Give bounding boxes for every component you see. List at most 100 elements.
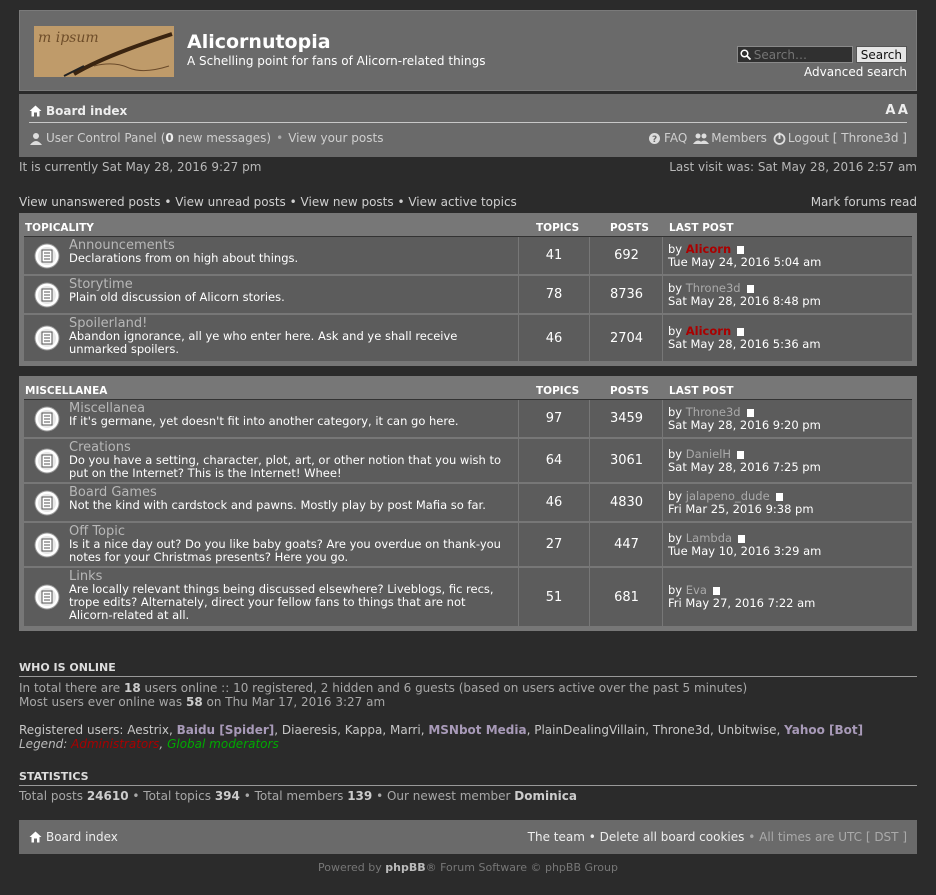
font-size-change-icon[interactable]: A A: [885, 103, 908, 118]
last-post-author-link[interactable]: Lambda: [686, 531, 732, 545]
search-links: View unanswered posts • View unread post…: [19, 195, 517, 209]
online-user-link[interactable]: Aestrix: [127, 723, 169, 737]
site-logo[interactable]: m ipsum: [34, 26, 174, 77]
separator: ,: [337, 723, 345, 737]
online-record-line: Most users ever online was 58 on Thu Mar…: [19, 695, 385, 709]
active-topics-link[interactable]: View active topics: [408, 195, 516, 209]
legend-administrators-link[interactable]: Administrators: [71, 737, 159, 751]
last-post-author-link[interactable]: Alicorn: [686, 242, 731, 256]
online-user-link[interactable]: Kappa: [345, 723, 383, 737]
view-latest-post-icon[interactable]: [746, 408, 754, 417]
new-messages-text[interactable]: (0 new messages): [161, 131, 271, 145]
power-icon: [773, 132, 786, 145]
registered-users-label: Registered users:: [19, 723, 128, 737]
stats-posts-label: Total posts: [19, 789, 87, 803]
forum-info: Miscellanea If it's germane, yet doesn't …: [69, 402, 509, 428]
user-control-panel-link[interactable]: User Control Panel: [46, 131, 157, 145]
view-latest-post-icon[interactable]: [738, 534, 746, 543]
online-user-link[interactable]: Yahoo [Bot]: [784, 723, 863, 737]
column-topics-header: TOPICS: [536, 385, 580, 397]
last-post-date: Tue May 10, 2016 3:29 am: [668, 543, 822, 558]
members-link[interactable]: Members: [711, 131, 767, 145]
forum-read-icon: [34, 406, 60, 431]
forum-topics-count: 78: [518, 276, 590, 313]
last-post-date: Fri May 27, 2016 7:22 am: [668, 596, 816, 610]
last-post-author-link[interactable]: jalapeno_dude: [686, 489, 770, 503]
online-user-link[interactable]: PlainDealingVillain: [534, 723, 645, 737]
footer-navbar: Board index The team • Delete all board …: [19, 820, 917, 854]
new-messages-count: 0: [165, 131, 174, 145]
forum-description: If it's germane, yet doesn't fit into an…: [69, 414, 459, 428]
view-latest-post-icon[interactable]: [775, 492, 783, 501]
legend-label: Legend:: [19, 737, 72, 751]
forum-read-icon: [34, 490, 60, 515]
last-post-author-link[interactable]: DanielH: [686, 447, 731, 461]
last-post-date: Sat May 28, 2016 5:36 am: [668, 337, 821, 351]
forum-topics-count: 97: [518, 400, 590, 437]
category-name[interactable]: TOPICALITY: [25, 222, 94, 234]
forum-info: Links Are locally relevant things being d…: [69, 570, 509, 622]
newest-member-link[interactable]: Dominica: [514, 789, 577, 803]
stats-posts-count: 24610: [86, 789, 129, 803]
search-field[interactable]: [736, 46, 853, 63]
last-post-author-link[interactable]: Eva: [686, 583, 707, 597]
forum-row: Board Games Not the kind with cardstock a…: [24, 484, 912, 523]
who-is-online-title[interactable]: WHO IS ONLINE: [19, 661, 917, 677]
home-icon: [29, 105, 42, 117]
forum-posts-count: 3459: [591, 400, 663, 437]
forum-topics-count: 64: [518, 439, 590, 482]
online-user-link[interactable]: Baidu [Spider]: [177, 723, 275, 737]
footer-board-index-link[interactable]: Board index: [29, 830, 118, 844]
search-button[interactable]: Search: [855, 46, 907, 63]
view-your-posts-link[interactable]: View your posts: [288, 131, 383, 145]
advanced-search-link[interactable]: Advanced search: [804, 65, 907, 79]
forum-row: Announcements Declarations from on high a…: [24, 237, 912, 276]
online-user-link[interactable]: Unbitwise: [718, 723, 777, 737]
view-latest-post-icon[interactable]: [712, 587, 720, 595]
faq-link[interactable]: FAQ: [664, 131, 687, 145]
online-line1-suffix: users online :: 10 registered, 2 hidden …: [140, 681, 748, 695]
footer-board-index-label: Board index: [46, 830, 118, 844]
phpbb-link[interactable]: phpBB: [385, 861, 425, 874]
online-line1-prefix: In total there are: [19, 681, 124, 695]
view-latest-post-icon[interactable]: [746, 284, 754, 293]
new-posts-link[interactable]: View new posts: [301, 195, 394, 209]
last-post-by-label: by: [668, 446, 683, 461]
last-post-date: Tue May 24, 2016 5:04 am: [668, 254, 822, 269]
view-latest-post-icon[interactable]: [737, 450, 745, 459]
view-latest-post-icon[interactable]: [737, 328, 745, 336]
view-latest-post-icon[interactable]: [737, 245, 745, 254]
last-post-author-link[interactable]: Throne3d: [686, 281, 741, 295]
online-user-link[interactable]: Diaeresis: [282, 723, 337, 737]
footer-links: The team • Delete all board cookies • Al…: [528, 830, 907, 844]
last-post-date: Sat May 28, 2016 9:20 pm: [668, 417, 821, 432]
search-input[interactable]: [753, 47, 850, 62]
forum-row: Links Are locally relevant things being d…: [24, 568, 912, 626]
navbar: Board index A A User Control Panel (0 ne…: [19, 94, 917, 157]
forum-row: Creations Do you have a setting, characte…: [24, 439, 912, 484]
mark-forums-read-link[interactable]: Mark forums read: [811, 195, 917, 209]
forum-info: Announcements Declarations from on high a…: [69, 239, 509, 265]
faq-icon: ?: [649, 132, 661, 145]
column-posts-header: POSTS: [610, 222, 649, 234]
team-link[interactable]: The team: [528, 830, 585, 844]
online-user-link[interactable]: MSNbot Media: [428, 723, 526, 737]
category-name[interactable]: MISCELLANEA: [25, 385, 107, 397]
breadcrumb-board-index[interactable]: Board index: [29, 104, 127, 118]
last-post-author-link[interactable]: Throne3d: [686, 405, 741, 419]
logout-link[interactable]: Logout [ Throne3d ]: [788, 131, 907, 145]
last-post-author-link[interactable]: Alicorn: [686, 324, 731, 338]
legend-global-moderators-link[interactable]: Global moderators: [167, 737, 279, 751]
forum-topics-count: 46: [518, 484, 590, 521]
svg-text:?: ?: [652, 135, 657, 145]
site-title[interactable]: Alicornutopia: [187, 31, 331, 53]
user-nav-row: User Control Panel (0 new messages) • Vi…: [29, 131, 907, 145]
unread-posts-link[interactable]: View unread posts: [175, 195, 286, 209]
forum-description: Do you have a setting, character, plot, …: [69, 453, 502, 480]
separator: •: [164, 195, 176, 209]
delete-cookies-link[interactable]: Delete all board cookies: [600, 830, 745, 844]
unanswered-posts-link[interactable]: View unanswered posts: [19, 195, 161, 209]
online-user-link[interactable]: Throne3d: [653, 723, 710, 737]
online-user-link[interactable]: Marri: [390, 723, 421, 737]
forum-posts-count: 692: [591, 237, 663, 274]
